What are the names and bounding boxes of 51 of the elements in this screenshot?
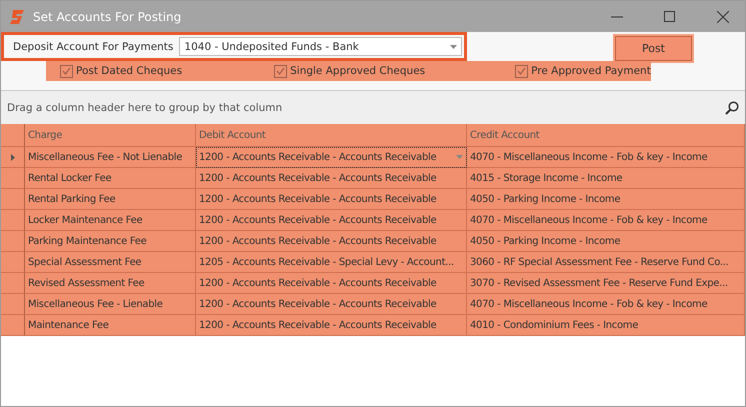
group-panel-hint: Drag a column header here to group by that column: [7, 102, 282, 114]
row-indicator[interactable]: [1, 147, 25, 168]
debit-account-cell: 1205 - Accounts Receivable - Special Levy - Account...: [196, 252, 467, 273]
row-indicator[interactable]: [1, 231, 25, 252]
arrow-icon: [10, 154, 14, 160]
debit-account-cell: 1200 - Accounts Receivable - Accounts Receivable: [196, 231, 467, 252]
maximize-icon: [664, 10, 676, 22]
credit-account-cell: 4070 - Miscellaneous Income - Fob & key - Income: [467, 294, 745, 315]
deposit-account-label: Deposit Account For Payments: [13, 40, 174, 52]
caret-icon: [450, 44, 457, 48]
credit-account-cell: 4050 - Parking Income - Income: [467, 231, 745, 252]
charge-cell: Special Assessment Fee: [25, 252, 196, 273]
window-title: Set Accounts For Posting: [33, 10, 182, 24]
debit-account-cell: 1200 - Accounts Receivable - Accounts Receivable: [196, 189, 467, 210]
debit-account-cell: 1200 - Accounts Receivable - Accounts Receivable: [196, 147, 467, 168]
credit-account-cell: 4070 - Miscellaneous Income - Fob & key - Income: [467, 210, 745, 231]
charge-cell: Miscellaneous Fee - Not Lienable: [25, 147, 196, 168]
option-checkbox[interactable]: Pre Approved Payment: [515, 64, 651, 78]
row-indicator[interactable]: [1, 189, 25, 210]
logo-icon: [9, 8, 25, 24]
column-header[interactable]: Credit Account: [467, 124, 745, 147]
charge-cell: Rental Locker Fee: [25, 168, 196, 189]
credit-account-cell: 4015 - Storage Income - Income: [467, 168, 745, 189]
charge-cell: Parking Maintenance Fee: [25, 231, 196, 252]
caret-icon: [456, 155, 463, 159]
option-checkbox[interactable]: Post Dated Cheques: [60, 64, 182, 78]
search-icon[interactable]: [725, 100, 739, 114]
row-indicator[interactable]: [1, 210, 25, 231]
debit-account-cell: 1200 - Accounts Receivable - Accounts Receivable: [196, 273, 467, 294]
deposit-account-dropdown[interactable]: 1040 - Undeposited Funds - Bank: [179, 37, 462, 56]
charge-cell: Revised Assessment Fee: [25, 273, 196, 294]
debit-account-cell: 1200 - Accounts Receivable - Accounts Receivable: [196, 168, 467, 189]
row-indicator[interactable]: [1, 294, 25, 315]
option-checkbox[interactable]: Single Approved Cheques: [274, 64, 426, 78]
charge-cell: Miscellaneous Fee - Lienable: [25, 294, 196, 315]
debit-account-cell: 1200 - Accounts Receivable - Accounts Receivable: [196, 294, 467, 315]
header-corner: [1, 124, 25, 147]
close-icon: [716, 10, 728, 22]
row-indicator[interactable]: [1, 273, 25, 294]
column-header[interactable]: Charge: [25, 124, 196, 147]
column-header[interactable]: Debit Account: [196, 124, 467, 147]
credit-account-cell: 3060 - RF Special Assessment Fee - Reserve Fund Co...: [467, 252, 745, 273]
credit-account-cell: 4050 - Parking Income - Income: [467, 189, 745, 210]
credit-account-cell: 3070 - Revised Assessment Fee - Reserve Fund Expe...: [467, 273, 745, 294]
charge-cell: Rental Parking Fee: [25, 189, 196, 210]
debit-account-cell: 1200 - Accounts Receivable - Accounts Receivable: [196, 210, 467, 231]
credit-account-cell: 4070 - Miscellaneous Income - Fob & key - Income: [467, 147, 745, 168]
post-button[interactable]: Post: [615, 36, 692, 61]
row-indicator[interactable]: [1, 168, 25, 189]
charge-cell: Locker Maintenance Fee: [25, 210, 196, 231]
row-indicator[interactable]: [1, 252, 25, 273]
